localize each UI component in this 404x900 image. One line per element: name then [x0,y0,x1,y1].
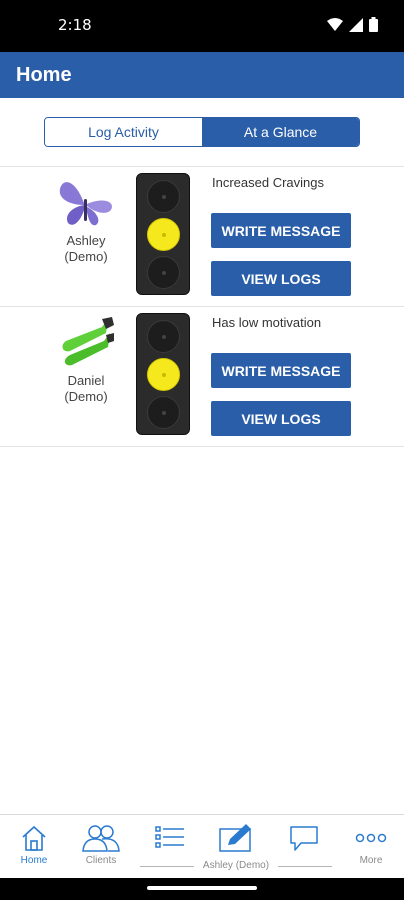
view-logs-button[interactable]: VIEW LOGS [211,401,351,436]
traffic-light [136,313,190,435]
red-lamp [147,320,180,353]
nav-clients[interactable]: Clients [71,823,131,866]
view-logs-button[interactable]: VIEW LOGS [211,261,351,296]
client-row-daniel: Daniel (Demo) Has low motivation WRITE M… [0,307,404,445]
write-message-button[interactable]: WRITE MESSAGE [211,213,351,248]
yellow-lamp-lit [147,218,180,251]
divider [0,446,404,447]
chat-bubble-icon [290,826,318,851]
home-icon [22,825,46,851]
nav-messages[interactable] [274,823,334,853]
nav-more-label: More [359,855,383,866]
group-bracket-right [278,866,332,867]
client-status: Increased Cravings [212,175,324,190]
nav-home-label: Home [20,855,48,866]
green-lamp [147,396,180,429]
clients-icon [82,825,120,852]
gesture-handle[interactable] [147,886,257,890]
client-name: Daniel (Demo) [40,373,132,405]
app-bar: Home [0,52,404,98]
view-toggle: Log Activity At a Glance [44,117,360,147]
bottom-nav: Home Clients More Ashley (Demo) [0,814,404,878]
signal-icon [349,17,363,32]
wifi-icon [327,17,343,31]
tab-log-activity[interactable]: Log Activity [45,118,202,146]
battery-icon [369,17,378,32]
yellow-lamp-lit [147,358,180,391]
client-status: Has low motivation [212,315,322,330]
red-lamp [147,180,180,213]
client-name: Ashley (Demo) [40,233,132,265]
edit-icon [219,824,251,852]
nav-clients-label: Clients [85,855,117,866]
list-icon [155,826,184,848]
nav-logs[interactable] [140,823,200,853]
nav-more[interactable]: More [341,823,401,866]
write-message-button[interactable]: WRITE MESSAGE [211,353,351,388]
swim-fins-icon [62,317,114,366]
tab-at-a-glance[interactable]: At a Glance [202,118,359,146]
gesture-area [0,878,404,900]
status-bar: 2:18 [0,0,404,52]
client-row-ashley: Ashley (Demo) Increased Cravings WRITE M… [0,167,404,305]
traffic-light [136,173,190,295]
green-lamp [147,256,180,289]
client-name-text: Daniel (Demo) [64,373,108,404]
client-name-text: Ashley (Demo) [64,233,108,264]
status-icons [327,17,378,32]
status-time: 2:18 [58,16,92,34]
more-dots-icon [355,833,387,843]
nav-write[interactable] [206,823,266,853]
nav-home[interactable]: Home [4,823,64,866]
butterfly-icon [59,182,112,226]
page-title: Home [16,64,72,86]
